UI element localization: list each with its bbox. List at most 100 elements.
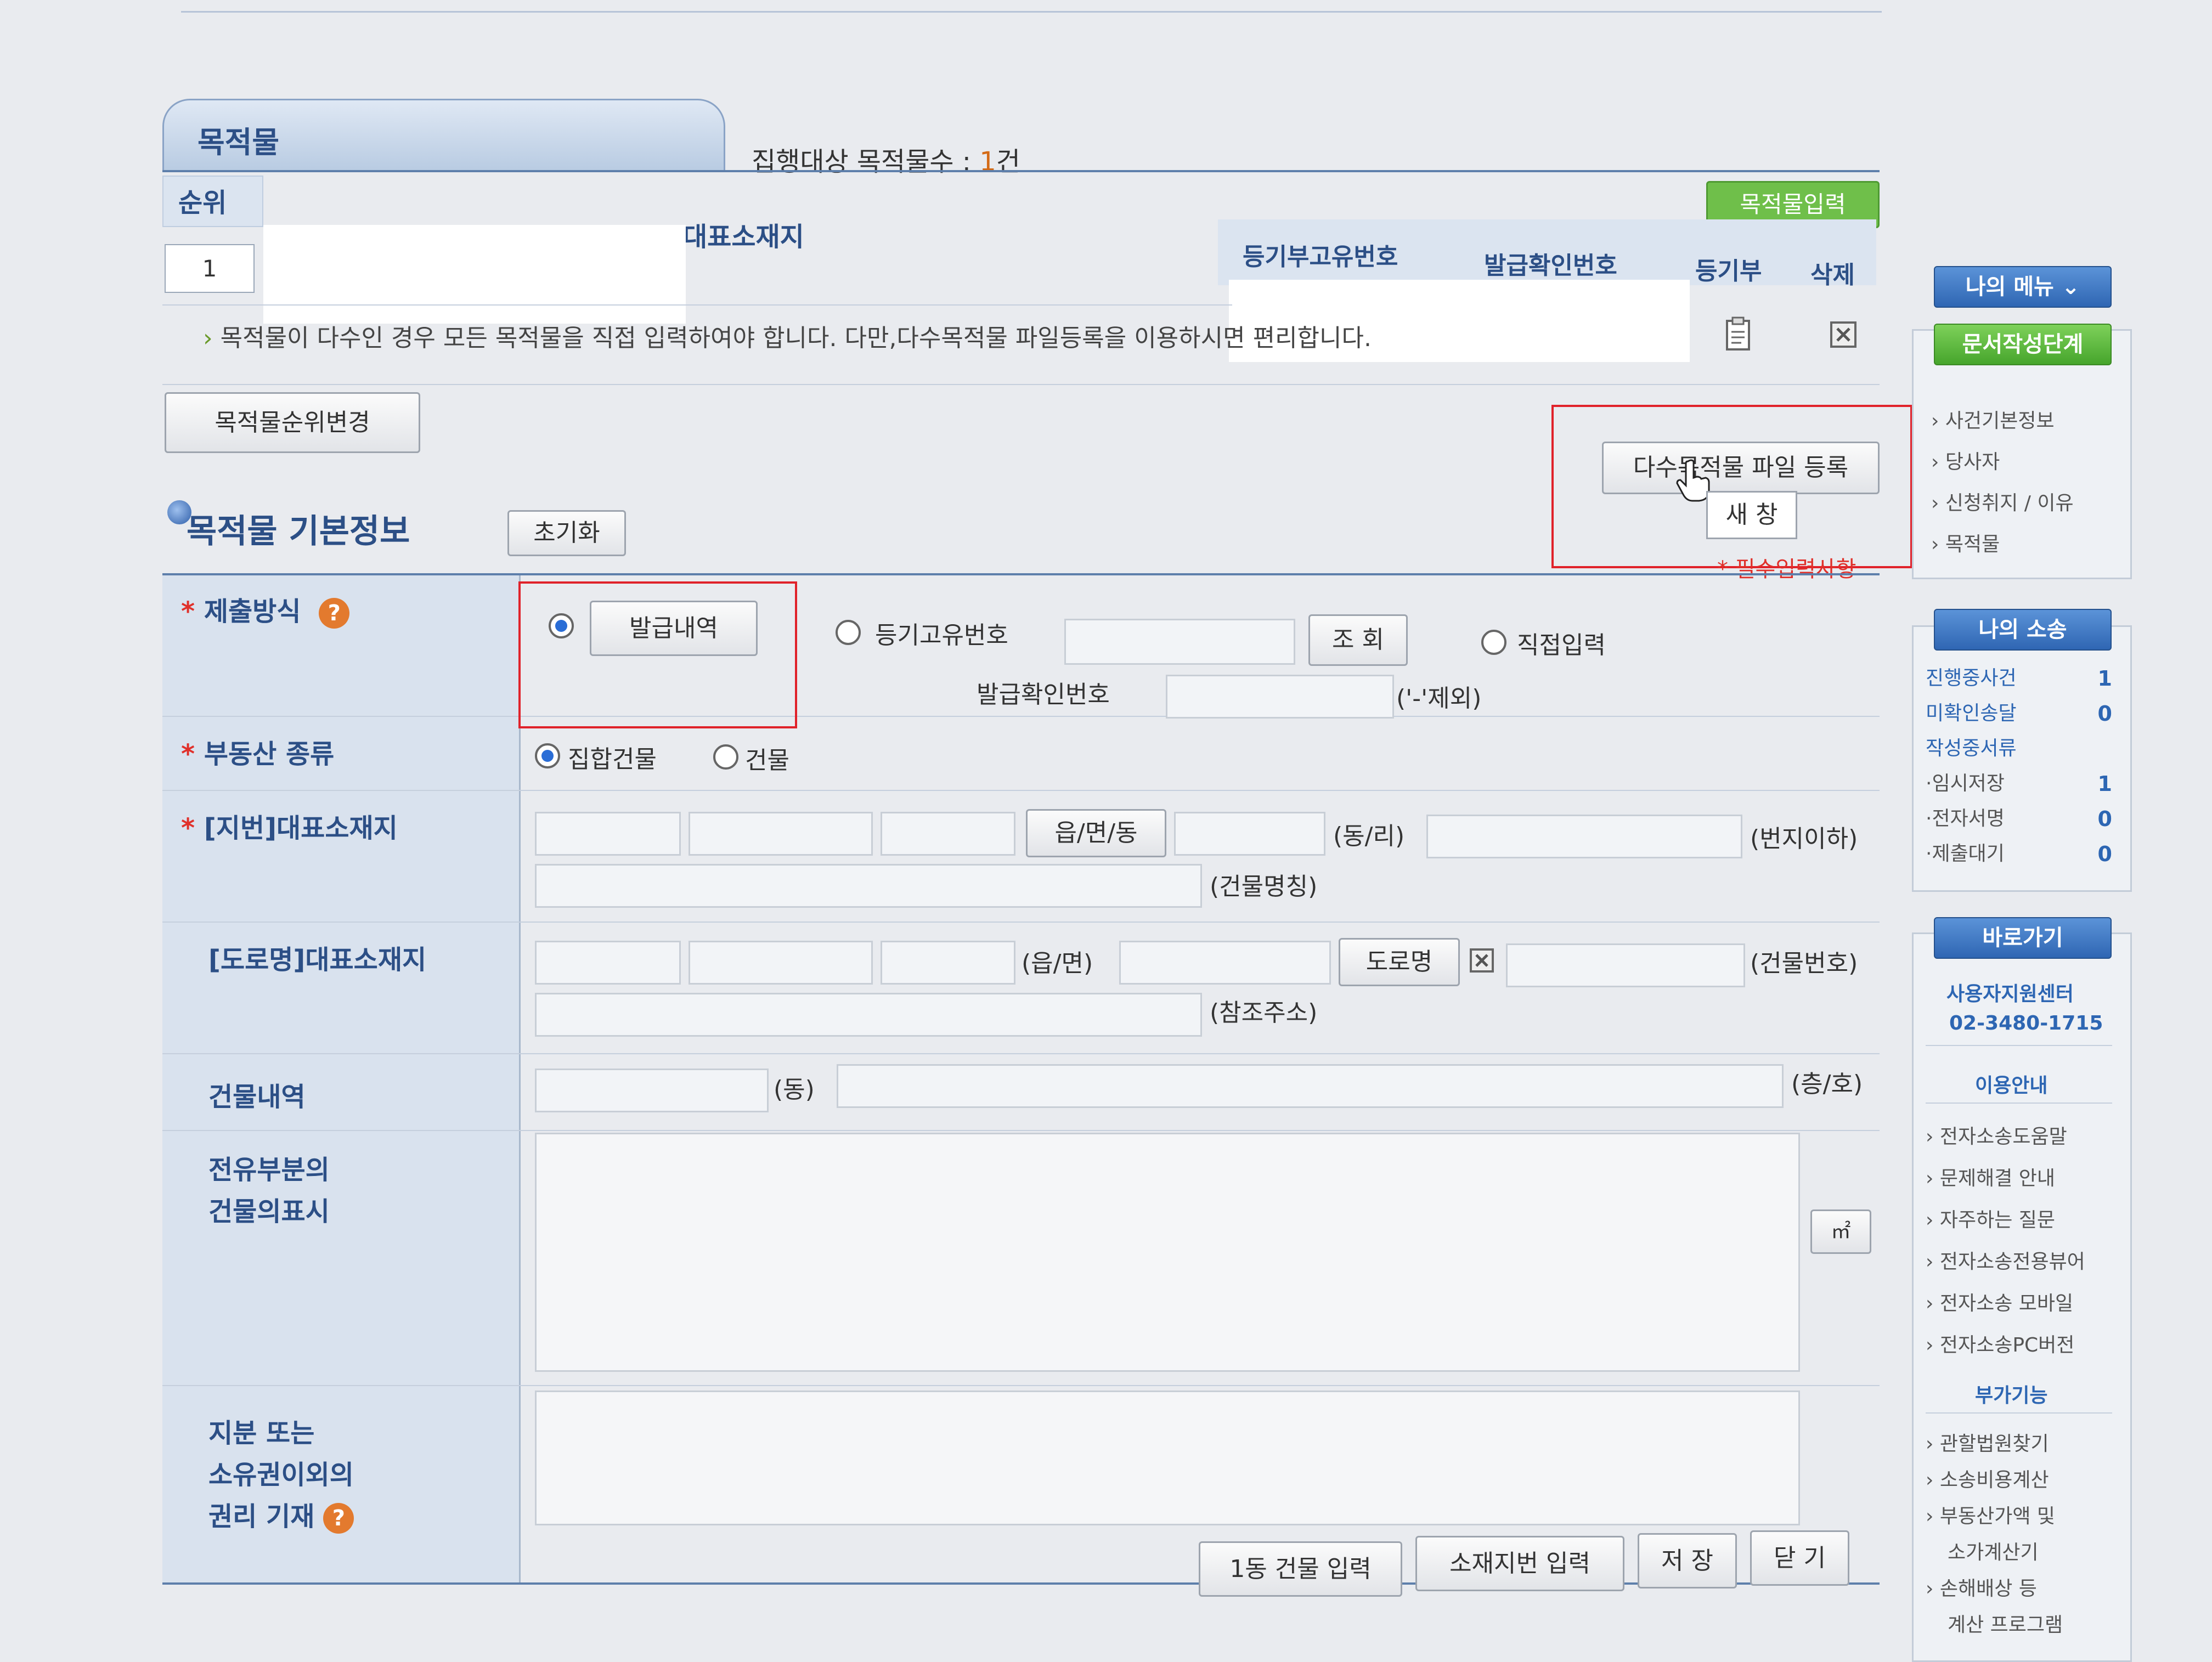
stage-item[interactable]: › 당사자 bbox=[1931, 442, 2074, 483]
rights-label-line3: 권리 기재 bbox=[208, 1501, 315, 1532]
case-row[interactable]: ·전자서명 0 bbox=[1926, 801, 2112, 836]
case-value: 0 bbox=[2097, 842, 2112, 866]
registry-doc-icon[interactable] bbox=[1723, 315, 1756, 356]
guide-item[interactable]: › 문제해결 안내 bbox=[1926, 1158, 2085, 1200]
issue-no-label: 발급확인번호 bbox=[977, 681, 1110, 709]
guide-item[interactable]: › 전자소송 모바일 bbox=[1926, 1283, 2085, 1325]
case-label: 미확인송달 bbox=[1926, 702, 2017, 725]
building-input-button[interactable]: 1동 건물 입력 bbox=[1199, 1541, 1402, 1597]
sidebar-divider bbox=[1926, 1412, 2112, 1414]
case-value: 1 bbox=[2097, 772, 2112, 796]
lot-dong-input[interactable] bbox=[1174, 812, 1325, 856]
guide-title: 이용안내 bbox=[1975, 1075, 2048, 1097]
building-name-label: (건물명칭) bbox=[1210, 873, 1318, 901]
radio-collective[interactable] bbox=[535, 743, 560, 768]
road-eup-input[interactable] bbox=[1119, 941, 1331, 985]
target-count-value: 1 bbox=[979, 146, 996, 177]
property-type-label-text: 부동산 종류 bbox=[204, 739, 335, 770]
close-button[interactable]: 닫 기 bbox=[1750, 1530, 1849, 1586]
extra-item[interactable]: 소가계산기 bbox=[1926, 1535, 2063, 1571]
reorder-button[interactable]: 목적물순위변경 bbox=[165, 392, 420, 453]
lot-sigungu-input[interactable] bbox=[689, 812, 873, 856]
extra-item[interactable]: › 손해배상 등 bbox=[1926, 1571, 2063, 1607]
rights-textarea[interactable] bbox=[535, 1390, 1800, 1525]
case-value: 0 bbox=[2097, 807, 2112, 831]
ref-address-input[interactable] bbox=[535, 993, 1202, 1037]
guide-item[interactable]: › 전자소송PC버전 bbox=[1926, 1325, 2085, 1366]
bulk-upload-button[interactable]: 다수목적물 파일 등록 bbox=[1602, 442, 1880, 494]
shortcut-button[interactable]: 바로가기 bbox=[1934, 917, 2112, 959]
extra-item[interactable]: 계산 프로그램 bbox=[1926, 1607, 2063, 1643]
stage-item[interactable]: › 사건기본정보 bbox=[1931, 400, 2074, 442]
lot-gu-input[interactable] bbox=[881, 812, 1015, 856]
dongri-label: (동/리) bbox=[1333, 822, 1405, 850]
exclusive-textarea[interactable] bbox=[535, 1133, 1800, 1372]
road-gu-input[interactable] bbox=[881, 941, 1015, 985]
stage-item[interactable]: › 목적물 bbox=[1931, 524, 2074, 565]
extra-item-label: 부동산가액 및 bbox=[1939, 1505, 2056, 1528]
my-menu-button[interactable]: 나의 메뉴 ⌄ bbox=[1934, 266, 2112, 308]
case-label: 작성중서류 bbox=[1926, 737, 2017, 760]
case-row[interactable]: 진행중사건 1 bbox=[1926, 661, 2112, 696]
extra-item-label: 관할법원찾기 bbox=[1939, 1433, 2049, 1455]
regno-input[interactable] bbox=[1064, 619, 1295, 665]
extra-item-label: 소송비용계산 bbox=[1939, 1469, 2049, 1491]
radio-issue[interactable] bbox=[549, 613, 574, 638]
radio-direct[interactable] bbox=[1481, 630, 1506, 655]
road-sido-input[interactable] bbox=[535, 941, 681, 985]
guide-item[interactable]: › 전자소송전용뷰어 bbox=[1926, 1241, 2085, 1283]
building-name-input[interactable] bbox=[535, 864, 1202, 908]
unit-m2-button[interactable]: ㎡ bbox=[1810, 1209, 1871, 1254]
building-floor-input[interactable] bbox=[837, 1064, 1784, 1108]
property-type-label: * 부동산 종류 bbox=[181, 732, 334, 771]
case-row[interactable]: 작성중서류 bbox=[1926, 731, 2112, 766]
building-dong-input[interactable] bbox=[535, 1069, 769, 1112]
support-center[interactable]: 사용자지원센터 bbox=[1946, 978, 2074, 1007]
rights-label-line2: 소유권이외의 bbox=[208, 1460, 354, 1490]
row-line-4 bbox=[162, 1053, 1880, 1054]
guide-item[interactable]: › 자주하는 질문 bbox=[1926, 1200, 2085, 1241]
lot-input-button[interactable]: 소재지번 입력 bbox=[1415, 1536, 1624, 1591]
case-row[interactable]: ·임시저장 1 bbox=[1926, 766, 2112, 801]
radio-building[interactable] bbox=[713, 744, 738, 770]
guide-item-label: 자주하는 질문 bbox=[1939, 1209, 2056, 1231]
target-count: 집행대상 목적물수 : 1건 bbox=[752, 140, 1020, 178]
radio-regno[interactable] bbox=[836, 620, 861, 645]
issue-history-button[interactable]: 발급내역 bbox=[590, 601, 758, 656]
guide-item[interactable]: › 전자소송도움말 bbox=[1926, 1116, 2085, 1158]
extra-item[interactable]: › 관할법원찾기 bbox=[1926, 1426, 2063, 1462]
direct-option-label: 직접입력 bbox=[1517, 631, 1606, 659]
sidebar-divider bbox=[1926, 1103, 2112, 1104]
eupmyeondong-button[interactable]: 읍/면/동 bbox=[1026, 809, 1166, 857]
doc-stage-button[interactable]: 문서작성단계 bbox=[1934, 324, 2112, 365]
seq-value[interactable]: 1 bbox=[165, 244, 255, 293]
extra-item-label: 계산 프로그램 bbox=[1948, 1614, 2063, 1636]
road-address-label: [도로명]대표소재지 bbox=[208, 945, 427, 975]
issue-no-input[interactable] bbox=[1166, 675, 1394, 719]
delete-x-icon[interactable] bbox=[1830, 321, 1857, 351]
clear-x-icon[interactable] bbox=[1469, 948, 1494, 975]
extra-item[interactable]: › 소송비용계산 bbox=[1926, 1462, 2063, 1499]
target-tab-label: 목적물 bbox=[198, 125, 280, 160]
floor-unit-label: (층/호) bbox=[1791, 1070, 1863, 1098]
rights-label-line1: 지분 또는 bbox=[208, 1418, 315, 1449]
address-header: 대표소재지 bbox=[683, 222, 804, 252]
help-icon[interactable]: ? bbox=[323, 1503, 354, 1534]
bunji-input[interactable] bbox=[1426, 815, 1742, 858]
save-button[interactable]: 저 장 bbox=[1638, 1533, 1737, 1588]
case-row[interactable]: ·제출대기 0 bbox=[1926, 836, 2112, 872]
help-icon[interactable]: ? bbox=[319, 598, 350, 629]
extra-item[interactable]: › 부동산가액 및 bbox=[1926, 1499, 2063, 1535]
my-case-button[interactable]: 나의 소송 bbox=[1934, 609, 2112, 651]
road-name-button[interactable]: 도로명 bbox=[1339, 938, 1460, 986]
lot-sido-input[interactable] bbox=[535, 812, 681, 856]
building-no-input[interactable] bbox=[1506, 943, 1745, 987]
case-value: 0 bbox=[2097, 702, 2112, 726]
lookup-button[interactable]: 조 회 bbox=[1308, 614, 1408, 666]
guide-item-label: 전자소송도움말 bbox=[1939, 1126, 2067, 1148]
stage-item[interactable]: › 신청취지 / 이유 bbox=[1931, 483, 2074, 524]
reset-button[interactable]: 초기화 bbox=[507, 510, 626, 556]
road-sigungu-input[interactable] bbox=[689, 941, 873, 985]
row-line-6 bbox=[162, 1385, 1880, 1386]
case-row[interactable]: 미확인송달 0 bbox=[1926, 696, 2112, 731]
